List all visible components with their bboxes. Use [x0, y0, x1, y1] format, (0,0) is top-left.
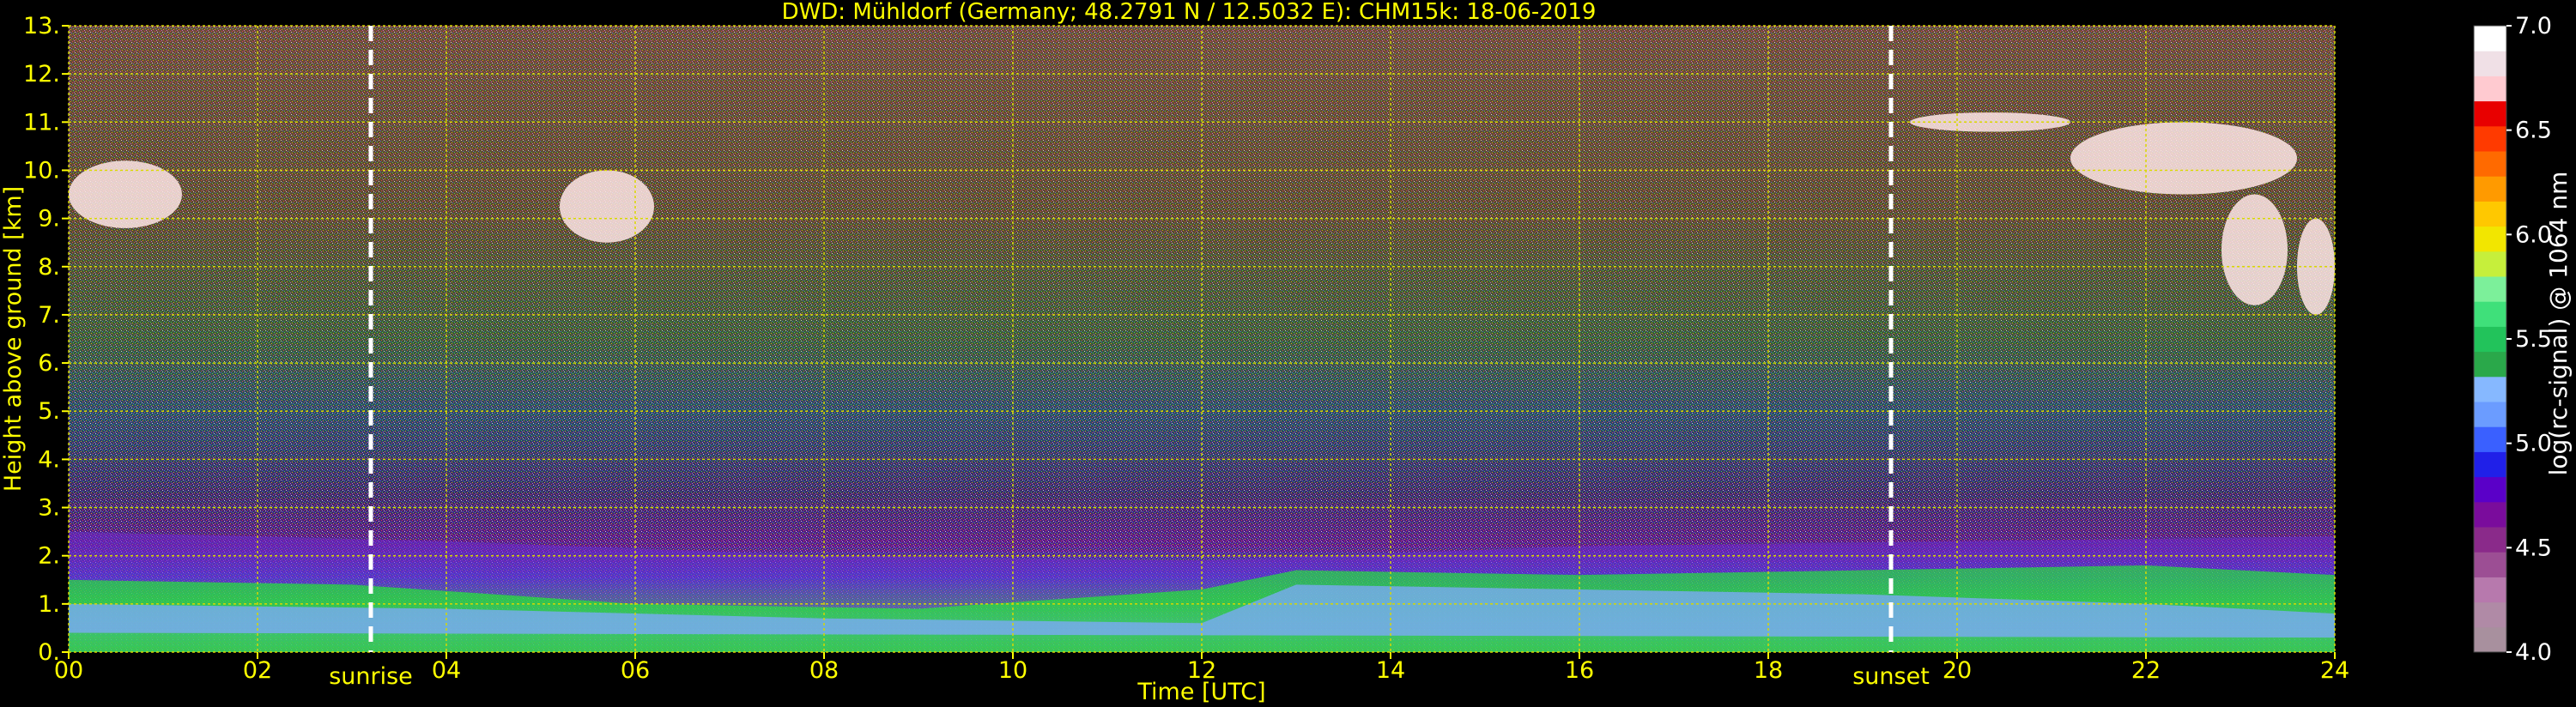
colorbar-segment [2474, 26, 2506, 51]
x-tick-label: 14 [1376, 657, 1405, 684]
y-tick-label: 11. [23, 109, 60, 136]
x-tick-label: 20 [1943, 657, 1972, 684]
colorbar-segment [2474, 151, 2506, 177]
y-tick-label: 12. [23, 61, 60, 88]
sunset-label: sunset [1852, 663, 1930, 690]
colorbar-segment [2474, 176, 2506, 202]
x-tick-label: 08 [809, 657, 839, 684]
colorbar-segment [2474, 76, 2506, 102]
y-tick-label: 1. [38, 591, 60, 618]
y-tick-label: 3. [38, 495, 60, 522]
colorbar-segment [2474, 402, 2506, 427]
x-tick-label: 04 [432, 657, 461, 684]
y-tick-label: 6. [38, 350, 60, 377]
y-tick-label: 4. [38, 446, 60, 473]
cirrus-cloud [2221, 194, 2288, 305]
colorbar-tick-label: 6.5 [2515, 118, 2552, 144]
colorbar: 4.04.55.05.56.06.57.0 [2473, 13, 2552, 666]
colorbar-tick-label: 4.5 [2515, 535, 2552, 561]
colorbar-segment [2474, 125, 2506, 152]
chart-title: DWD: Mühldorf (Germany; 48.2791 N / 12.5… [782, 0, 1597, 25]
cirrus-cloud [2070, 122, 2297, 195]
colorbar-segment [2474, 552, 2506, 577]
ceilometer-chart: sunrise sunset 00 02 04 06 08 10 12 14 16 18 20 22 24… [0, 0, 2573, 705]
y-axis-label: Height above ground [km] [0, 186, 27, 492]
colorbar-segment [2474, 451, 2506, 478]
colorbar-segment [2474, 201, 2506, 227]
x-tick-label: 24 [2320, 657, 2349, 684]
colorbar-segment [2474, 476, 2506, 503]
x-tick-label: 06 [621, 657, 650, 684]
colorbar-segment [2474, 626, 2506, 653]
x-tick-label: 10 [998, 657, 1027, 684]
x-tick-label: 02 [243, 657, 272, 684]
sunrise-label: sunrise [329, 663, 413, 690]
y-tick-label: 9. [38, 206, 60, 233]
y-tick-label: 5. [38, 398, 60, 425]
colorbar-segment [2474, 351, 2506, 378]
colorbar-segment [2474, 326, 2506, 353]
y-tick-label: 10. [23, 157, 60, 184]
y-tick-label: 2. [38, 543, 60, 570]
y-tick-label: 7. [38, 302, 60, 329]
y-tick-label: 8. [38, 254, 60, 281]
colorbar-segment [2474, 251, 2506, 277]
colorbar-segment [2474, 501, 2506, 528]
colorbar-tick-label: 4.0 [2515, 639, 2552, 666]
colorbar-segment [2474, 226, 2506, 252]
colorbar-label: log(rc-signal) @ 1064 nm [2544, 172, 2573, 476]
x-tick-label: 22 [2131, 657, 2161, 684]
colorbar-segment [2474, 100, 2506, 127]
colorbar-segment [2474, 426, 2506, 452]
x-tick-label: 16 [1565, 657, 1594, 684]
cirrus-cloud [560, 170, 654, 243]
colorbar-segment [2474, 601, 2506, 628]
colorbar-segment [2474, 527, 2506, 553]
x-axis-label: Time [UTC] [1136, 679, 1265, 705]
colorbar-tick-label: 7.0 [2515, 13, 2552, 39]
colorbar-segment [2474, 577, 2506, 603]
y-tick-label: 13. [23, 13, 60, 39]
x-tick-label: 18 [1754, 657, 1783, 684]
colorbar-segment [2474, 51, 2506, 76]
colorbar-segment [2474, 376, 2506, 402]
y-tick-label: 0. [38, 639, 60, 666]
colorbar-segment [2474, 276, 2506, 302]
colorbar-segment [2474, 301, 2506, 327]
